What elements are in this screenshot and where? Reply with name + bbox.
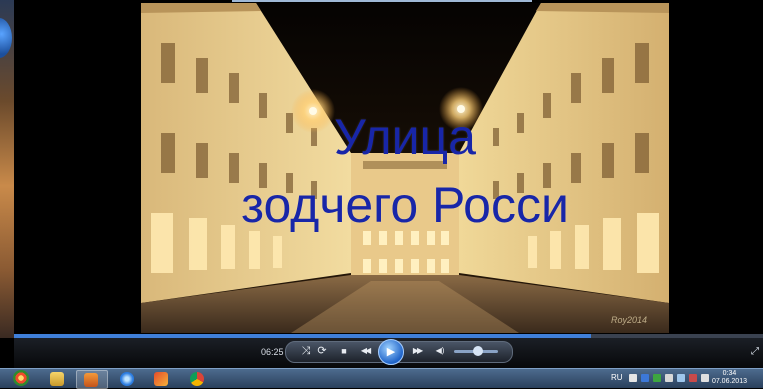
stop-button[interactable]: ■: [337, 341, 351, 361]
file-explorer-icon: [50, 372, 64, 386]
window-edge: [232, 0, 532, 2]
repeat-button[interactable]: ⟳: [314, 341, 330, 361]
tray-icon[interactable]: [665, 374, 673, 382]
clock-time: 0:34: [722, 370, 737, 377]
taskbar: RU 0:34 07.06.2013: [0, 368, 763, 389]
network-icon[interactable]: [641, 374, 649, 382]
clock[interactable]: 0:34 07.06.2013: [712, 370, 747, 386]
elapsed-time: 06:25: [261, 347, 284, 357]
previous-button[interactable]: ◀◀: [355, 341, 375, 361]
desktop-background-strip: [0, 0, 14, 338]
play-button[interactable]: ▶: [378, 339, 404, 365]
system-tray: RU 0:34 07.06.2013: [593, 369, 763, 388]
photo-signature: Roy2014: [610, 315, 647, 325]
security-icon[interactable]: [689, 374, 697, 382]
video-frame: Улица зодчего Росси Roy2014: [141, 3, 669, 333]
internet-explorer-icon: [120, 372, 134, 386]
windows-start-icon[interactable]: [13, 370, 29, 386]
taskbar-games-button[interactable]: [146, 370, 176, 387]
games-icon: [154, 372, 168, 386]
video-display-area[interactable]: Улица зодчего Росси Roy2014: [14, 0, 763, 336]
street-scene-image: [141, 3, 669, 333]
keyboard-icon[interactable]: [629, 374, 637, 382]
taskbar-ie-button[interactable]: [112, 370, 142, 387]
taskbar-chrome-button[interactable]: [182, 370, 212, 387]
speaker-icon[interactable]: [701, 374, 709, 382]
player-control-bar: 06:25 ⤨ ⟳ ■ ◀◀ ▶ ▶▶ ◀) ⤢: [14, 338, 763, 368]
shuffle-button[interactable]: ⤨: [298, 341, 314, 361]
next-button[interactable]: ▶▶: [407, 341, 427, 361]
fullscreen-button[interactable]: ⤢: [751, 346, 759, 357]
signal-icon[interactable]: [677, 374, 685, 382]
video-title-line-2: зодчего Росси: [241, 177, 569, 233]
desktop-gadget-icon: [0, 18, 12, 58]
taskbar-explorer-button[interactable]: [42, 370, 72, 387]
video-title-line-1: Улица: [334, 109, 476, 165]
app-tray-icon[interactable]: [653, 374, 661, 382]
chrome-icon: [190, 372, 204, 386]
taskbar-media-player-button[interactable]: [76, 370, 108, 389]
media-player-icon: [84, 373, 98, 387]
clock-date: 07.06.2013: [711, 378, 747, 385]
mute-button[interactable]: ◀): [432, 341, 448, 361]
language-indicator[interactable]: RU: [611, 373, 623, 382]
